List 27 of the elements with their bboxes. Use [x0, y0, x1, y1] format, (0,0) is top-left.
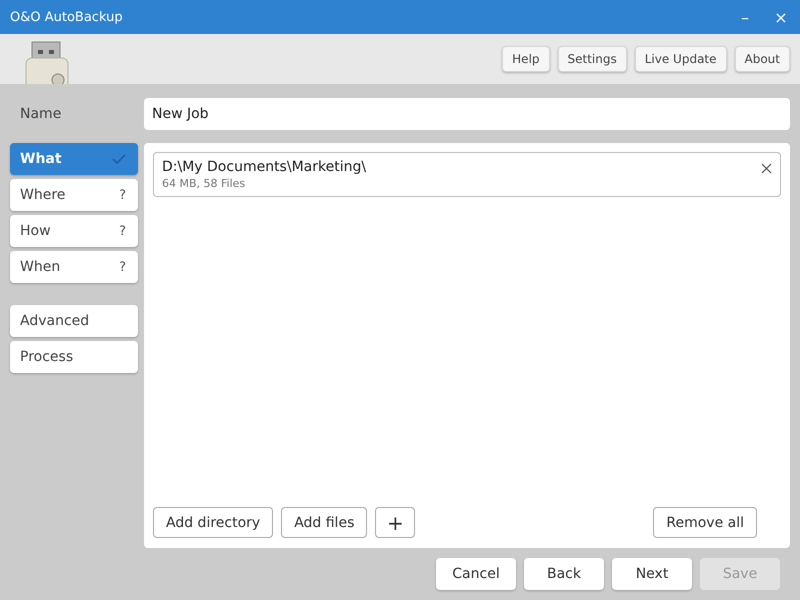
- check-icon: [112, 154, 126, 164]
- toolbar-button[interactable]: About: [734, 46, 790, 72]
- sidebar-tab[interactable]: Process: [10, 341, 138, 373]
- sidebar-tab[interactable]: What: [10, 143, 138, 175]
- remove-all-button[interactable]: Remove all: [653, 507, 757, 538]
- sidebar-tab[interactable]: Advanced: [10, 305, 138, 337]
- minimize-button[interactable]: –: [728, 0, 762, 34]
- close-icon[interactable]: [761, 163, 772, 174]
- name-field[interactable]: New Job: [144, 98, 790, 130]
- close-button[interactable]: ×: [764, 0, 798, 34]
- toolbar-button[interactable]: Settings: [558, 46, 627, 72]
- footer-button[interactable]: Next: [612, 558, 692, 590]
- source-path: D:\My Documents\Marketing\: [162, 159, 366, 175]
- add-more-button[interactable]: +: [375, 507, 416, 538]
- add-button[interactable]: Add files: [281, 507, 368, 538]
- toolbar-button[interactable]: Live Update: [634, 46, 727, 72]
- source-item[interactable]: D:\My Documents\Marketing\ 64 MB, 58 Files: [153, 152, 781, 197]
- source-details: 64 MB, 58 Files: [162, 177, 246, 190]
- sidebar-tab[interactable]: How ?: [10, 215, 138, 247]
- toolbar-button[interactable]: Help: [502, 46, 550, 72]
- footer-button[interactable]: Back: [524, 558, 604, 590]
- sidebar-tab[interactable]: When ?: [10, 251, 138, 283]
- footer-button[interactable]: Cancel: [436, 558, 516, 590]
- add-button[interactable]: Add directory: [153, 507, 274, 538]
- name-label: Name: [19, 106, 62, 122]
- sidebar-tab[interactable]: Where ?: [10, 179, 138, 211]
- window-title: O&O AutoBackup: [10, 10, 124, 24]
